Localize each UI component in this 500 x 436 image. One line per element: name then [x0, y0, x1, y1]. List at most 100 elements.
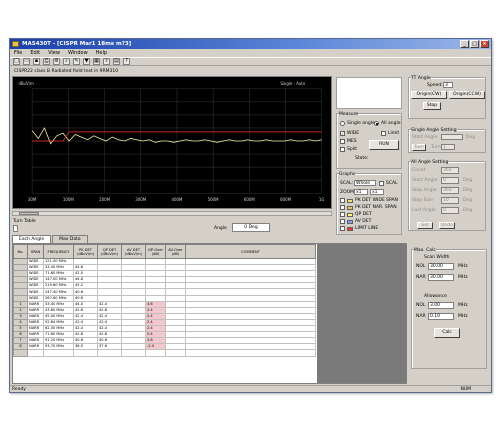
table-cell — [185, 349, 316, 357]
search-icon[interactable]: ⌕ — [63, 58, 70, 65]
stop-button[interactable]: Stop — [423, 102, 441, 110]
all-angle-row-field[interactable]: 0 — [441, 207, 459, 214]
scroll-thumb[interactable] — [19, 212, 39, 215]
turn-button[interactable]: Turn — [412, 144, 426, 151]
spectrum-chart-panel: CISPR22 class B Radiated field test in 9… — [12, 69, 332, 209]
graphs-title: Graphs — [339, 172, 356, 177]
save-icon[interactable]: ▪ — [33, 58, 40, 65]
scan-nar-field[interactable]: 30.00 — [428, 274, 454, 281]
single-angle-radio[interactable] — [340, 121, 345, 126]
menu-view[interactable]: View — [48, 49, 60, 57]
chart-icon[interactable]: ▤ — [113, 58, 120, 65]
help-icon[interactable]: ? — [123, 58, 130, 65]
menu-window[interactable]: Window — [68, 49, 88, 57]
legend-checkbox[interactable] — [340, 198, 345, 203]
menu-file[interactable]: File — [14, 49, 22, 57]
status-bar: Ready NUM — [10, 385, 491, 393]
turn-table-panel: TT Angle Speed: 3 Origin(CW) Origin(CCW)… — [408, 76, 486, 119]
all-angle-row-field[interactable]: 360 — [441, 167, 459, 174]
tab-each-angle[interactable]: Each Angle — [12, 235, 52, 243]
table-header[interactable]: AV-Over (dB) — [165, 244, 186, 259]
origin-cw-button[interactable]: Origin(CW) — [411, 91, 447, 99]
legend-checkbox[interactable] — [340, 219, 345, 224]
calc-button[interactable]: Calc — [434, 328, 460, 338]
all-angle-label: All angle — [381, 121, 401, 126]
filter-icon[interactable]: ▼ — [83, 58, 90, 65]
info-display — [336, 77, 402, 109]
title-bar[interactable]: MAS430T - [CISPR Mar1 18ms m?3] _ □ × — [10, 39, 491, 49]
table-header[interactable]: QP DET (dBuV/m) — [97, 244, 122, 259]
set-button[interactable]: Set — [417, 222, 433, 229]
table-header[interactable]: PK DET (dBuV/m) — [73, 244, 98, 259]
limit-checkbox[interactable] — [381, 131, 386, 136]
start-angle-field[interactable] — [441, 134, 463, 140]
allowance-label: Allowance — [424, 294, 447, 299]
legend-checkbox[interactable] — [340, 226, 345, 231]
angle-value: 0 Deg — [232, 223, 270, 232]
open-icon[interactable]: ▭ — [23, 58, 30, 65]
menu-edit[interactable]: Edit — [30, 49, 40, 57]
close-button[interactable]: × — [480, 40, 489, 48]
nol-label: NOL — [416, 264, 426, 269]
legend-label: PK DET NAR. SPAN — [355, 205, 397, 210]
max-calc-panel: Max. Calc Scan Width NOL 30.00 MHz NAR 3… — [411, 248, 487, 369]
chart-horizontal-scrollbar[interactable] — [12, 211, 332, 216]
mes-checkbox[interactable] — [340, 139, 345, 144]
legend-label: PK DET WIDE SPAN — [355, 198, 398, 203]
zoom-y-select[interactable]: x1 — [370, 189, 384, 195]
wrench-icon[interactable]: ✎ — [73, 58, 80, 65]
scan-nol-field[interactable]: 30.00 — [428, 263, 454, 270]
table-row[interactable] — [13, 349, 316, 357]
legend-checkbox[interactable] — [340, 205, 345, 210]
graphs-panel: Graphs SCAL: Whole SCAL ZOOM x1 x1 PK DE… — [336, 172, 402, 235]
zoom-x-select[interactable]: x1 — [354, 189, 368, 195]
all-angle-row-label: Count — [412, 168, 426, 173]
run-button[interactable]: RUN — [369, 140, 399, 150]
grid-icon[interactable]: ▦ — [93, 58, 100, 65]
state-label: State: — [355, 156, 369, 161]
allow-nar-label: NAR — [416, 314, 426, 319]
wide-checkbox[interactable]: ✓ — [340, 131, 345, 136]
scan-nol-unit: MHz — [458, 264, 468, 269]
split-checkbox[interactable] — [340, 147, 345, 152]
wide-label: WIDE — [347, 131, 360, 136]
undo-button[interactable]: Undo — [439, 222, 455, 229]
x-tick-label: 600M — [244, 197, 255, 202]
table-cell — [97, 349, 122, 357]
tab-max-data[interactable]: Max Data — [52, 235, 88, 243]
legend-checkbox[interactable] — [340, 212, 345, 217]
origin-ccw-button[interactable]: Origin(CCW) — [449, 91, 485, 99]
allow-nol-field[interactable]: 3.00 — [428, 302, 454, 309]
settings-icon[interactable]: ⚙ — [53, 58, 60, 65]
table-header[interactable]: QP-Over (dB) — [145, 244, 166, 259]
x-tick-label: 200M — [99, 197, 110, 202]
single-angle-setting-title: Single Angle Setting — [411, 128, 457, 133]
print-icon[interactable]: ⎙ — [43, 58, 50, 65]
table-header[interactable]: FREQUENCY — [43, 244, 74, 259]
legend-swatch — [347, 212, 353, 217]
export-icon[interactable]: ⇪ — [103, 58, 110, 65]
legend-swatch — [347, 205, 353, 210]
scal-select[interactable]: Whole — [354, 180, 376, 186]
allow-nar-unit: MHz — [458, 314, 468, 319]
maximize-button[interactable]: □ — [470, 40, 479, 48]
scal-label: SCAL: — [340, 181, 354, 186]
turn-count-field[interactable]: 1 — [441, 144, 455, 150]
allow-nar-field[interactable]: 0.10 — [428, 313, 454, 320]
menu-help[interactable]: Help — [96, 49, 107, 57]
all-angle-radio[interactable] — [374, 121, 379, 126]
minimize-button[interactable]: _ — [460, 40, 469, 48]
table-header[interactable]: SPAN — [27, 244, 44, 259]
all-angle-row-field[interactable]: 360 — [441, 187, 459, 194]
window-title: MAS430T - [CISPR Mar1 18ms m?3] — [22, 41, 132, 47]
speed-field[interactable]: 3 — [443, 82, 453, 88]
table-header[interactable]: AV DET (dBuV/m) — [121, 244, 146, 259]
scal-checkbox[interactable] — [379, 181, 384, 186]
table-header[interactable]: COMMENT — [185, 244, 316, 259]
new-icon[interactable]: □ — [13, 58, 20, 65]
x-tick-label: 300M — [135, 197, 146, 202]
all-angle-row-field[interactable]: 10 — [441, 197, 459, 204]
all-angle-row-field[interactable]: 0 — [441, 177, 459, 184]
table-header[interactable]: No. — [13, 244, 28, 259]
legend-label: AV DET — [355, 219, 372, 224]
